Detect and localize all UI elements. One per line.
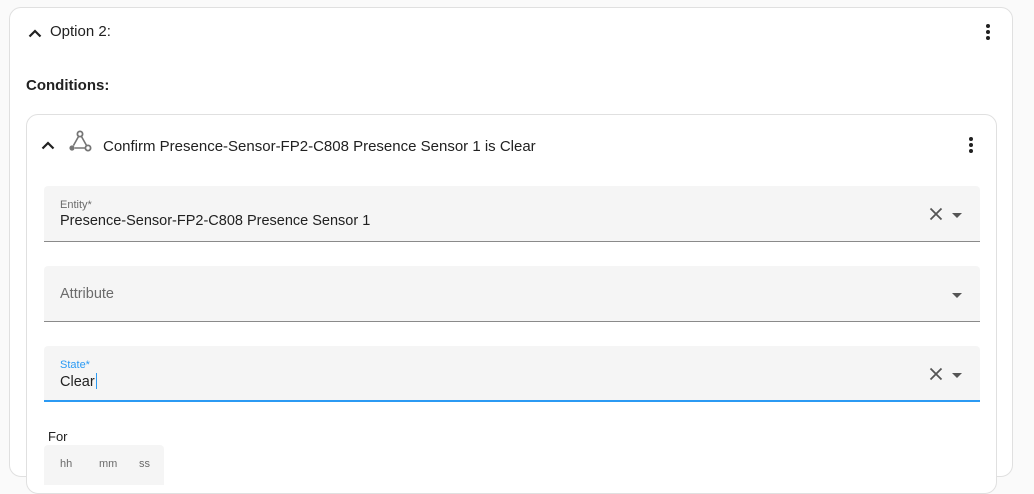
dots-vertical-icon[interactable] [957, 131, 985, 159]
entity-field[interactable]: Entity* Presence-Sensor-FP2-C808 Presenc… [44, 186, 980, 242]
text-cursor [95, 373, 97, 389]
state-field-text: Clear [60, 374, 95, 390]
dots-vertical-icon[interactable] [974, 18, 1002, 46]
conditions-heading: Conditions: [26, 77, 110, 94]
entity-field-value[interactable]: Presence-Sensor-FP2-C808 Presence Sensor… [60, 213, 370, 229]
close-icon[interactable] [928, 206, 944, 222]
seconds-unit-label[interactable]: ss [139, 458, 150, 470]
condition-card: Confirm Presence-Sensor-FP2-C808 Presenc… [26, 114, 997, 494]
condition-title[interactable]: Confirm Presence-Sensor-FP2-C808 Presenc… [103, 138, 536, 155]
hours-unit-label[interactable]: hh [60, 458, 72, 470]
caret-down-icon[interactable] [950, 368, 964, 378]
option-title[interactable]: Option 2: [50, 23, 111, 40]
chevron-up-icon[interactable] [21, 19, 49, 47]
caret-down-icon[interactable] [950, 208, 964, 218]
state-condition-icon [67, 128, 93, 154]
caret-down-icon[interactable] [950, 288, 964, 298]
state-field-label: State* [60, 359, 90, 371]
state-field-value[interactable]: Clear [60, 373, 97, 390]
close-icon[interactable] [928, 366, 944, 382]
state-field[interactable]: State* Clear [44, 346, 980, 402]
attribute-field-label: Attribute [60, 286, 114, 302]
option-card: Option 2: Conditions: Confirm Presence-S… [9, 7, 1013, 494]
attribute-field[interactable]: Attribute [44, 266, 980, 322]
minutes-unit-label[interactable]: mm [99, 458, 117, 470]
for-label: For [48, 429, 68, 444]
duration-input[interactable]: hh mm ss [44, 445, 164, 485]
chevron-up-icon[interactable] [34, 131, 62, 159]
entity-field-label: Entity* [60, 199, 92, 211]
